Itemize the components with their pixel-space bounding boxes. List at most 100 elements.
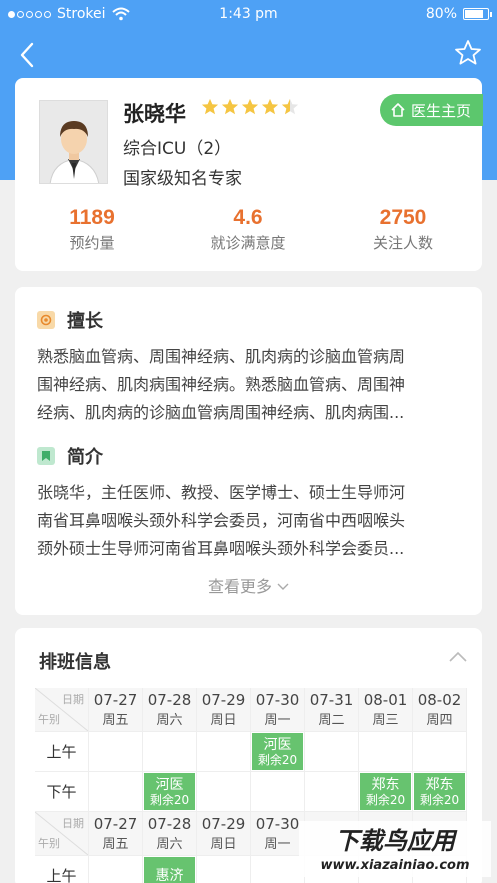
day-weekday: 周六 bbox=[156, 713, 183, 728]
svg-text:下载鸟应用: 下载鸟应用 bbox=[335, 827, 458, 855]
specialty-line: 经病、肌肉病的诊脑血管病周围神经病、肌肉病围... bbox=[37, 403, 405, 422]
intro-icon bbox=[37, 447, 55, 465]
stat-followers: 2750 关注人数 bbox=[333, 206, 473, 253]
stat-label: 关注人数 bbox=[372, 234, 433, 252]
corner-period-label: 午别 bbox=[38, 837, 60, 850]
doctor-department: 综合ICU（2） bbox=[123, 139, 232, 159]
intro-line: 南省耳鼻咽喉头颈外科学会委员，河南省中西咽喉头 bbox=[37, 511, 406, 530]
favorite-star-icon[interactable] bbox=[453, 38, 483, 68]
day-date: 07-29 bbox=[201, 815, 246, 833]
day-weekday: 周日 bbox=[210, 837, 237, 852]
slot-hospital: 郑东 bbox=[371, 776, 400, 793]
stat-appointments: 1189 预约量 bbox=[22, 206, 162, 253]
day-header: 08-01 周三 bbox=[359, 688, 413, 732]
doctor-avatar bbox=[39, 100, 108, 184]
day-header: 07-28 周六 bbox=[143, 812, 197, 856]
slot-hospital: 郑东 bbox=[425, 776, 454, 793]
schedule-title: 排班信息 bbox=[39, 652, 111, 673]
day-weekday: 周一 bbox=[264, 713, 291, 728]
schedule-corner: 日期 午别 bbox=[35, 812, 89, 856]
intro-heading: 简介 bbox=[37, 443, 103, 469]
slot-empty bbox=[197, 772, 251, 812]
day-weekday: 周二 bbox=[318, 713, 345, 728]
specialty-heading-text: 擅长 bbox=[67, 311, 103, 332]
day-header: 07-30 周一 bbox=[251, 688, 305, 732]
intro-heading-text: 简介 bbox=[67, 447, 103, 468]
intro-line: 颈外硕士生导师河南省耳鼻咽喉头颈外科学会委员... bbox=[37, 539, 405, 558]
back-icon[interactable] bbox=[14, 40, 44, 70]
slot-available[interactable]: 河医 剩余20 bbox=[251, 732, 305, 772]
day-header: 07-31 周二 bbox=[305, 688, 359, 732]
slot-empty bbox=[89, 772, 143, 812]
star-full-icon bbox=[201, 98, 219, 115]
stat-value: 1189 bbox=[69, 206, 115, 229]
day-header: 07-30 周一 bbox=[251, 812, 305, 856]
morning-label: 上午 bbox=[35, 856, 89, 883]
day-header: 07-27 周五 bbox=[89, 688, 143, 732]
slot-empty bbox=[305, 732, 359, 772]
day-weekday: 周六 bbox=[156, 837, 183, 852]
profile-card: 擅长 熟悉脑血管病、周围神经病、肌肉病的诊脑血管病周 围神经病、肌肉病围神经病。… bbox=[15, 287, 482, 615]
clock: 1:43 pm bbox=[219, 6, 278, 22]
doctor-name: 张晓华 bbox=[123, 103, 186, 126]
star-full-icon bbox=[261, 98, 279, 115]
day-header: 08-02 周四 bbox=[413, 688, 467, 732]
star-full-icon bbox=[221, 98, 239, 115]
doctor-home-label: 医生主页 bbox=[410, 101, 471, 120]
slot-empty bbox=[305, 772, 359, 812]
slot-empty bbox=[143, 732, 197, 772]
day-date: 07-31 bbox=[309, 691, 354, 709]
doctor-title: 国家级知名专家 bbox=[123, 169, 242, 189]
stat-label: 预约量 bbox=[69, 234, 115, 252]
day-header: 07-29 周日 bbox=[197, 812, 251, 856]
slot-empty bbox=[251, 856, 305, 883]
doctor-home-button[interactable]: 医生主页 bbox=[379, 94, 483, 126]
slot-remaining: 剩余20 bbox=[419, 792, 460, 807]
stat-label: 就诊满意度 bbox=[210, 234, 286, 252]
day-date: 08-02 bbox=[417, 691, 462, 709]
day-date: 07-30 bbox=[255, 691, 300, 709]
day-date: 08-01 bbox=[363, 691, 408, 709]
chevron-down-icon bbox=[277, 583, 289, 590]
slot-remaining: 剩余20 bbox=[365, 792, 406, 807]
slot-available[interactable]: 郑东 剩余20 bbox=[359, 772, 413, 812]
day-date: 07-28 bbox=[147, 691, 192, 709]
specialty-heading: 擅长 bbox=[37, 307, 103, 333]
specialty-icon bbox=[37, 311, 55, 329]
day-date: 07-29 bbox=[201, 691, 246, 709]
day-date: 07-27 bbox=[93, 815, 138, 833]
slot-empty bbox=[251, 772, 305, 812]
schedule-header-row: 日期 午别 07-27 周五 07-28 周六 07-29 周日 07-30 周一 07… bbox=[35, 688, 467, 732]
slot-hospital: 河医 bbox=[155, 776, 184, 793]
day-weekday: 周五 bbox=[102, 837, 129, 852]
day-date: 07-30 bbox=[255, 815, 300, 833]
rating-stars bbox=[201, 98, 299, 116]
slot-empty bbox=[197, 732, 251, 772]
slot-hospital: 惠济 bbox=[155, 867, 184, 883]
slot-empty bbox=[413, 732, 467, 772]
slot-available[interactable]: 郑东 剩余20 bbox=[413, 772, 467, 812]
slot-empty bbox=[89, 856, 143, 883]
home-icon bbox=[391, 103, 405, 117]
day-date: 07-27 bbox=[93, 691, 138, 709]
corner-date-label: 日期 bbox=[62, 817, 84, 830]
slot-remaining: 剩余20 bbox=[149, 792, 190, 807]
afternoon-label: 下午 bbox=[35, 772, 89, 812]
day-header: 07-27 周五 bbox=[89, 812, 143, 856]
slot-empty bbox=[197, 856, 251, 883]
intro-text: 张晓华，主任医师、教授、医学博士、硕士生导师河 南省耳鼻咽喉头颈外科学会委员，河… bbox=[37, 479, 467, 563]
afternoon-row: 下午 河医 剩余20 郑东 剩余20 郑东 剩余20 bbox=[35, 772, 467, 812]
day-date: 07-28 bbox=[147, 815, 192, 833]
see-more-label: 查看更多 bbox=[207, 577, 272, 596]
slot-remaining: 剩余20 bbox=[257, 752, 298, 767]
slot-empty bbox=[359, 732, 413, 772]
slot-available[interactable]: 惠济 bbox=[143, 856, 197, 883]
stat-satisfaction: 4.6 就诊满意度 bbox=[178, 206, 318, 253]
chevron-up-icon[interactable] bbox=[448, 650, 468, 664]
see-more-button[interactable]: 查看更多 bbox=[15, 573, 482, 597]
slot-available[interactable]: 河医 剩余20 bbox=[143, 772, 197, 812]
star-full-icon bbox=[241, 98, 259, 115]
stat-value: 2750 bbox=[379, 206, 427, 229]
doctor-card: 张晓华 综合ICU（2） 国家级知名专家 医生主页 1189 预约量 4.6 就… bbox=[15, 78, 483, 271]
day-header: 07-29 周日 bbox=[197, 688, 251, 732]
